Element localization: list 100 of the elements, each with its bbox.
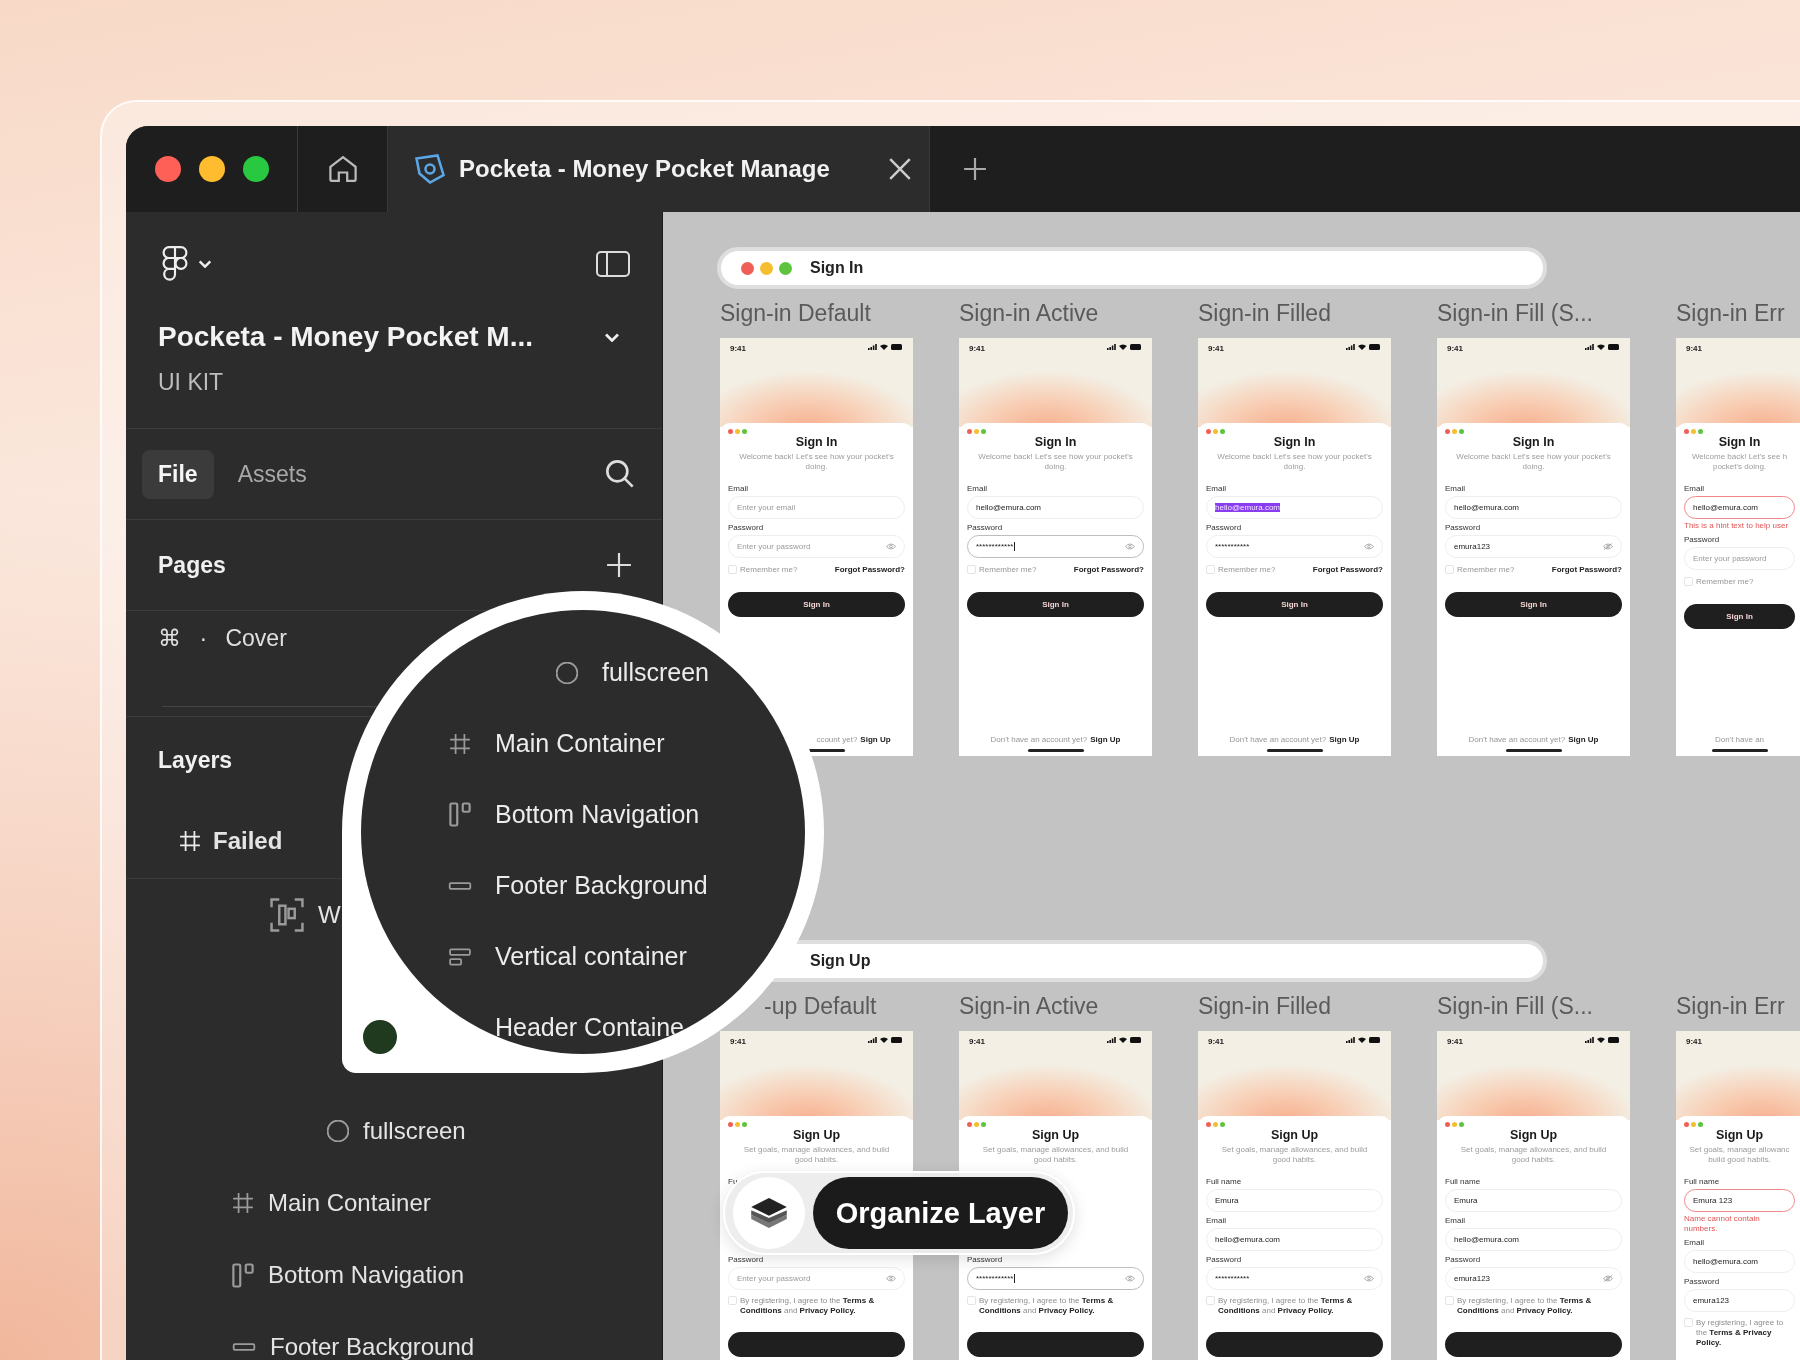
layer-item[interactable]: fullscreen (363, 1117, 466, 1145)
battery-icon (1369, 344, 1381, 350)
layer-item: Footer Background (495, 871, 708, 900)
frame-title[interactable]: Sign-in Err (1676, 300, 1785, 327)
sign-button[interactable] (1206, 1332, 1383, 1357)
panel-tab[interactable]: Assets (221, 449, 323, 499)
sign-up-link[interactable]: Sign Up (1329, 735, 1360, 744)
eye-icon[interactable] (886, 543, 896, 550)
status-time: 9:41 (730, 1037, 746, 1046)
rect-layer-icon (232, 1343, 256, 1351)
sign-button[interactable] (967, 1332, 1144, 1357)
window-dot-icon (760, 261, 773, 275)
checkbox[interactable] (1206, 1296, 1215, 1305)
screen-subtitle: Set goals, manage allowances, and build good habits. (742, 1144, 891, 1165)
window-dots-icon (728, 429, 747, 434)
eye-icon[interactable] (886, 1275, 896, 1282)
checkbox[interactable] (967, 1296, 976, 1305)
panel-tab[interactable]: File (142, 449, 214, 499)
sign-up-link[interactable]: Sign Up (860, 735, 891, 744)
layer-item[interactable]: Failed (213, 826, 283, 855)
search-icon[interactable] (606, 460, 634, 488)
frame-title[interactable]: Sign-in Active (959, 993, 1099, 1020)
maximize-window-button[interactable] (243, 156, 269, 182)
checkbox[interactable] (1445, 564, 1454, 574)
checkbox[interactable] (1684, 576, 1693, 586)
field-label: Password (1684, 535, 1720, 544)
checkbox[interactable] (728, 1296, 737, 1305)
sign-button[interactable]: Sign In (967, 592, 1144, 617)
sign-up-link[interactable]: Sign Up (1090, 735, 1121, 744)
signal-icon (1107, 1037, 1116, 1043)
checkbox[interactable] (1684, 1318, 1693, 1327)
signal-icon (1346, 344, 1355, 350)
field-label: Password (1445, 523, 1481, 532)
status-time: 9:41 (730, 344, 746, 353)
frame-title[interactable]: Sign-in Fill (S... (1437, 300, 1593, 327)
wifi-icon (1119, 344, 1127, 350)
window-dots-icon (1206, 1122, 1225, 1127)
eye-icon[interactable] (1364, 543, 1374, 550)
eye-slash-icon[interactable] (1603, 543, 1613, 550)
document-tab[interactable]: Pocketa - Money Pocket Manage (388, 126, 930, 212)
frame-layer-icon (449, 732, 471, 755)
sidebar-toggle-icon[interactable] (596, 251, 630, 277)
home-indicator (1027, 749, 1084, 752)
frame-layer-icon (179, 829, 201, 852)
window-dots-icon (728, 1122, 747, 1127)
page-item[interactable]: ⌘ · Cover (158, 624, 287, 652)
frame-title[interactable]: Sign-in Fill (S... (1437, 993, 1593, 1020)
eye-slash-icon[interactable] (1603, 1275, 1613, 1282)
forgot-password-link[interactable]: Forgot Password? (1073, 564, 1144, 574)
status-time: 9:41 (1208, 344, 1224, 353)
home-icon[interactable] (328, 155, 357, 183)
frame-title[interactable]: -up Default (764, 993, 877, 1020)
sign-button[interactable]: Sign In (1684, 604, 1795, 629)
home-indicator (1505, 749, 1562, 752)
field-label: Full name (1206, 1177, 1242, 1186)
sign-button[interactable] (1445, 1332, 1622, 1357)
checkbox[interactable] (1445, 1296, 1454, 1305)
rect-layer-icon (448, 881, 472, 890)
window-dots-icon (1684, 1122, 1703, 1127)
eye-icon[interactable] (1364, 1275, 1374, 1282)
layer-item[interactable]: Footer Background (270, 1333, 475, 1360)
new-tab-icon[interactable] (963, 157, 987, 181)
sign-button[interactable]: Sign In (1445, 592, 1622, 617)
forgot-password-link[interactable]: Forgot Password? (1312, 564, 1383, 574)
frame-title[interactable]: Sign-in Filled (1198, 993, 1331, 1020)
battery-icon (1130, 344, 1142, 350)
frame-title[interactable]: Sign-in Filled (1198, 300, 1331, 327)
sign-button[interactable]: Sign In (1206, 592, 1383, 617)
sign-button[interactable] (728, 1332, 905, 1357)
layer-item[interactable]: W (318, 901, 341, 929)
status-time: 9:41 (1447, 1037, 1463, 1046)
window-dots-icon (1684, 429, 1703, 434)
frame-title[interactable]: Sign-in Default (720, 300, 871, 327)
field-label: Email (1206, 484, 1226, 493)
figma-logo-icon[interactable] (162, 246, 188, 282)
close-window-button[interactable] (155, 156, 181, 182)
sign-up-link[interactable]: Sign Up (1568, 735, 1599, 744)
layer-item[interactable]: Main Container (268, 1189, 431, 1217)
chevron-down-icon[interactable] (604, 332, 620, 342)
checkbox[interactable] (1206, 564, 1215, 574)
layer-item[interactable]: Bottom Navigation (268, 1261, 465, 1289)
add-page-icon[interactable] (606, 552, 632, 578)
eye-icon[interactable] (1125, 1275, 1135, 1282)
frame-title[interactable]: Sign-in Err (1676, 993, 1785, 1020)
battery-icon (1130, 1037, 1142, 1043)
chevron-down-icon[interactable] (198, 260, 212, 268)
eye-icon[interactable] (1125, 543, 1135, 550)
wifi-icon (1358, 1037, 1366, 1043)
close-icon[interactable] (889, 158, 911, 180)
battery-icon (1608, 1037, 1620, 1043)
forgot-password-link[interactable]: Forgot Password? (1551, 564, 1622, 574)
frame-title[interactable]: Sign-in Active (959, 300, 1099, 327)
forgot-password-link[interactable]: Forgot Password? (834, 564, 905, 574)
checkbox[interactable] (728, 564, 737, 574)
rows-layer-icon (449, 947, 471, 966)
checkbox[interactable] (967, 564, 976, 574)
minimize-window-button[interactable] (199, 156, 225, 182)
sign-button[interactable]: Sign In (728, 592, 905, 617)
terms-text: By registering, I agree to the Terms & Privacy Policy. (1696, 1318, 1785, 1348)
screen-subtitle: Welcome back! Let's see how your pocket's doing. (738, 451, 895, 472)
